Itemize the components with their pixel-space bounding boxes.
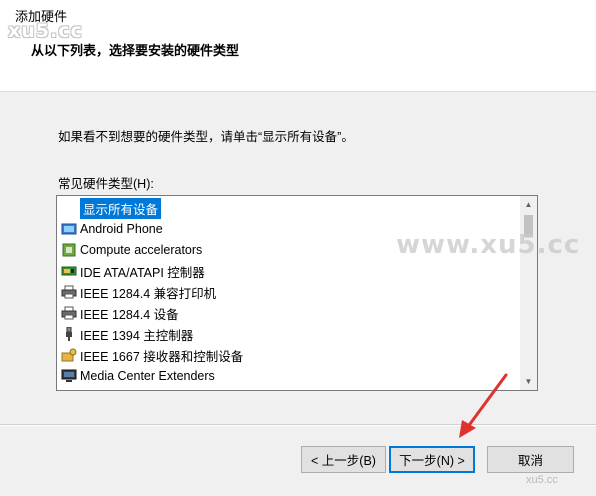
- watermark-middle: www.xu5.cc: [396, 230, 581, 260]
- hardware-type-list[interactable]: 显示所有设备 Android Phone Compute accelerator…: [56, 195, 538, 391]
- phone-icon: [61, 222, 77, 236]
- list-item-label: IEEE 1667 接收器和控制设备: [80, 349, 244, 364]
- list-item-ieee-1284-printer[interactable]: IEEE 1284.4 兼容打印机: [61, 282, 216, 302]
- scroll-up-arrow-icon[interactable]: ▲: [520, 196, 537, 213]
- list-item-ieee-1394-controller[interactable]: IEEE 1394 主控制器: [61, 324, 193, 344]
- printer-icon: [61, 306, 77, 320]
- scroll-down-arrow-icon[interactable]: ▼: [520, 373, 537, 390]
- hardware-list-label: 常见硬件类型(H):: [58, 177, 154, 191]
- list-item-label: Media Center Extenders: [80, 369, 215, 383]
- list-item-label: IEEE 1284.4 兼容打印机: [80, 286, 217, 301]
- list-item-ieee-1667[interactable]: IEEE 1667 接收器和控制设备: [61, 345, 243, 365]
- cancel-button[interactable]: 取消: [487, 446, 574, 473]
- list-item-media-center-extenders[interactable]: Media Center Extenders: [61, 366, 215, 386]
- back-button[interactable]: < 上一步(B): [301, 446, 386, 473]
- usb-plug-icon: [61, 326, 77, 341]
- instruction-text: 如果看不到想要的硬件类型，请单击“显示所有设备”。: [58, 130, 354, 144]
- ide-controller-icon: [61, 264, 77, 278]
- list-item-label: IDE ATA/ATAPI 控制器: [80, 265, 205, 280]
- chip-icon: [61, 243, 77, 257]
- folder-key-icon: [61, 348, 77, 362]
- list-item-android-phone[interactable]: Android Phone: [61, 219, 163, 239]
- list-item-ieee-1284-device[interactable]: IEEE 1284.4 设备: [61, 303, 179, 323]
- list-item-label: Compute accelerators: [80, 243, 203, 257]
- footer-divider-highlight: [0, 425, 596, 426]
- blank-icon: [61, 201, 77, 215]
- list-item-label: IEEE 1284.4 设备: [80, 307, 179, 322]
- printer-icon: [61, 285, 77, 299]
- list-item-show-all-devices[interactable]: 显示所有设备: [61, 197, 162, 219]
- watermark-top: xu5.cc: [8, 20, 83, 42]
- monitor-icon: [61, 369, 77, 383]
- header-subtitle: 从以下列表，选择要安装的硬件类型: [31, 43, 240, 58]
- list-item-label: IEEE 1394 主控制器: [80, 328, 194, 343]
- list-item-label: Android Phone: [80, 222, 163, 236]
- next-button[interactable]: 下一步(N) >: [389, 446, 475, 473]
- wizard-header: 添加硬件 xu5.cc 从以下列表，选择要安装的硬件类型: [0, 0, 596, 92]
- list-item-compute-accelerators[interactable]: Compute accelerators: [61, 240, 202, 260]
- watermark-bottom: xu5.cc: [526, 474, 558, 486]
- list-item-label: 显示所有设备: [80, 197, 162, 219]
- list-item-ide-ata-atapi[interactable]: IDE ATA/ATAPI 控制器: [61, 261, 205, 281]
- list-scrollbar[interactable]: ▲ ▼: [520, 196, 537, 390]
